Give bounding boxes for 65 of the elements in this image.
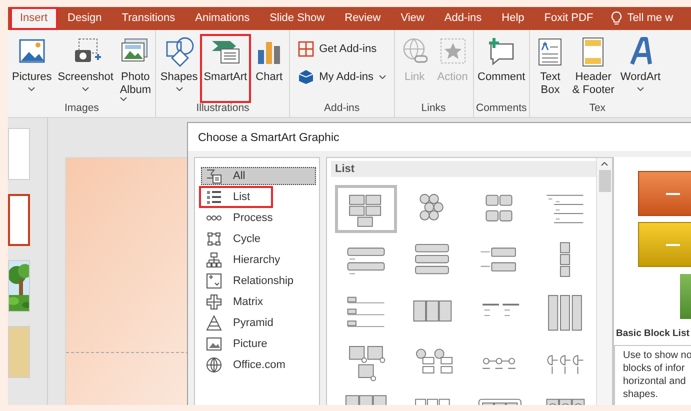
category-item[interactable]: Matrix <box>201 293 316 311</box>
caret-icon <box>120 97 127 101</box>
ribbon-tab[interactable]: Animations <box>185 7 260 30</box>
caret-icon <box>82 87 90 91</box>
hierarchy-icon <box>206 252 222 268</box>
ribbon-tab[interactable]: Design <box>58 7 112 30</box>
ribbon-button[interactable]: My Add-ins <box>296 66 388 88</box>
ribbon-tab[interactable]: Add-ins <box>434 7 492 30</box>
group-label: Illustrations <box>195 101 250 116</box>
list-icon <box>206 189 222 205</box>
category-item[interactable]: All <box>201 167 316 185</box>
scrollbar[interactable] <box>596 158 612 405</box>
pyramid-icon <box>206 315 222 331</box>
lightbulb-icon <box>611 11 622 26</box>
category-item[interactable]: Cycle <box>201 230 316 248</box>
category-item[interactable]: Office.com <box>201 356 316 374</box>
search-field[interactable]: Tell me w <box>627 10 674 27</box>
gallery-heading: List <box>331 161 596 177</box>
group-label: Tex <box>588 101 607 116</box>
preview-title: Basic Block List <box>615 327 690 341</box>
slide-thumbnail[interactable] <box>8 194 30 246</box>
ribbon-button[interactable]: Chart <box>251 36 288 101</box>
category-item[interactable]: List <box>201 188 271 206</box>
cube-icon <box>298 69 314 85</box>
ribbon-button[interactable]: Header & Footer <box>570 36 616 101</box>
category-item[interactable]: Pyramid <box>201 314 316 332</box>
cycle-icon <box>206 231 222 247</box>
ribbon-button[interactable]: SmartArt <box>202 36 250 101</box>
ribbon-button[interactable]: Screenshot <box>56 36 116 101</box>
dialog-title: Choose a SmartArt Graphic <box>188 123 691 151</box>
ribbon-button[interactable]: Comment <box>476 36 528 101</box>
grid-plus-icon <box>298 41 314 57</box>
category-item[interactable]: Process <box>201 209 316 227</box>
ribbon-button[interactable]: Text Box <box>532 36 568 101</box>
category-item[interactable]: Picture <box>201 335 316 353</box>
ribbon-tab[interactable]: View <box>390 7 434 30</box>
ribbon-tab[interactable]: Foxit PDF <box>534 7 604 30</box>
group-label: Comments <box>476 101 528 116</box>
relationship-icon <box>206 273 222 289</box>
caret-up-icon <box>601 162 608 166</box>
globe-icon <box>206 357 222 373</box>
ribbon-tab[interactable]: Help <box>492 7 534 30</box>
ribbon-tab[interactable]: Review <box>334 7 391 30</box>
caret-icon <box>28 87 36 91</box>
ribbon-button[interactable]: Pictures <box>10 36 54 101</box>
picture-icon <box>206 336 222 352</box>
group-label: Links <box>420 101 447 116</box>
ribbon-button[interactable]: Shapes <box>158 36 200 101</box>
ribbon-button[interactable]: Get Add-ins <box>296 38 388 60</box>
matrix-icon <box>206 294 222 310</box>
ribbon-button[interactable]: Photo Album <box>117 36 154 101</box>
ribbon-tab[interactable]: Slide Show <box>260 7 335 30</box>
caret-icon <box>378 75 386 79</box>
category-item[interactable]: Relationship <box>201 272 316 290</box>
ribbon-button[interactable]: WordArt <box>618 36 663 101</box>
scroll-thumb[interactable] <box>598 170 610 192</box>
ribbon-tab[interactable]: Insert <box>10 7 58 30</box>
group-label: Add-ins <box>323 101 361 116</box>
layout-thumbnail[interactable] <box>335 185 397 233</box>
ribbon-tab[interactable]: Transitions <box>112 7 186 30</box>
category-item[interactable]: Hierarchy <box>201 251 316 269</box>
all-icon <box>206 168 222 184</box>
caret-icon <box>176 87 183 91</box>
group-label: Images <box>63 101 100 116</box>
caret-icon <box>636 87 644 91</box>
